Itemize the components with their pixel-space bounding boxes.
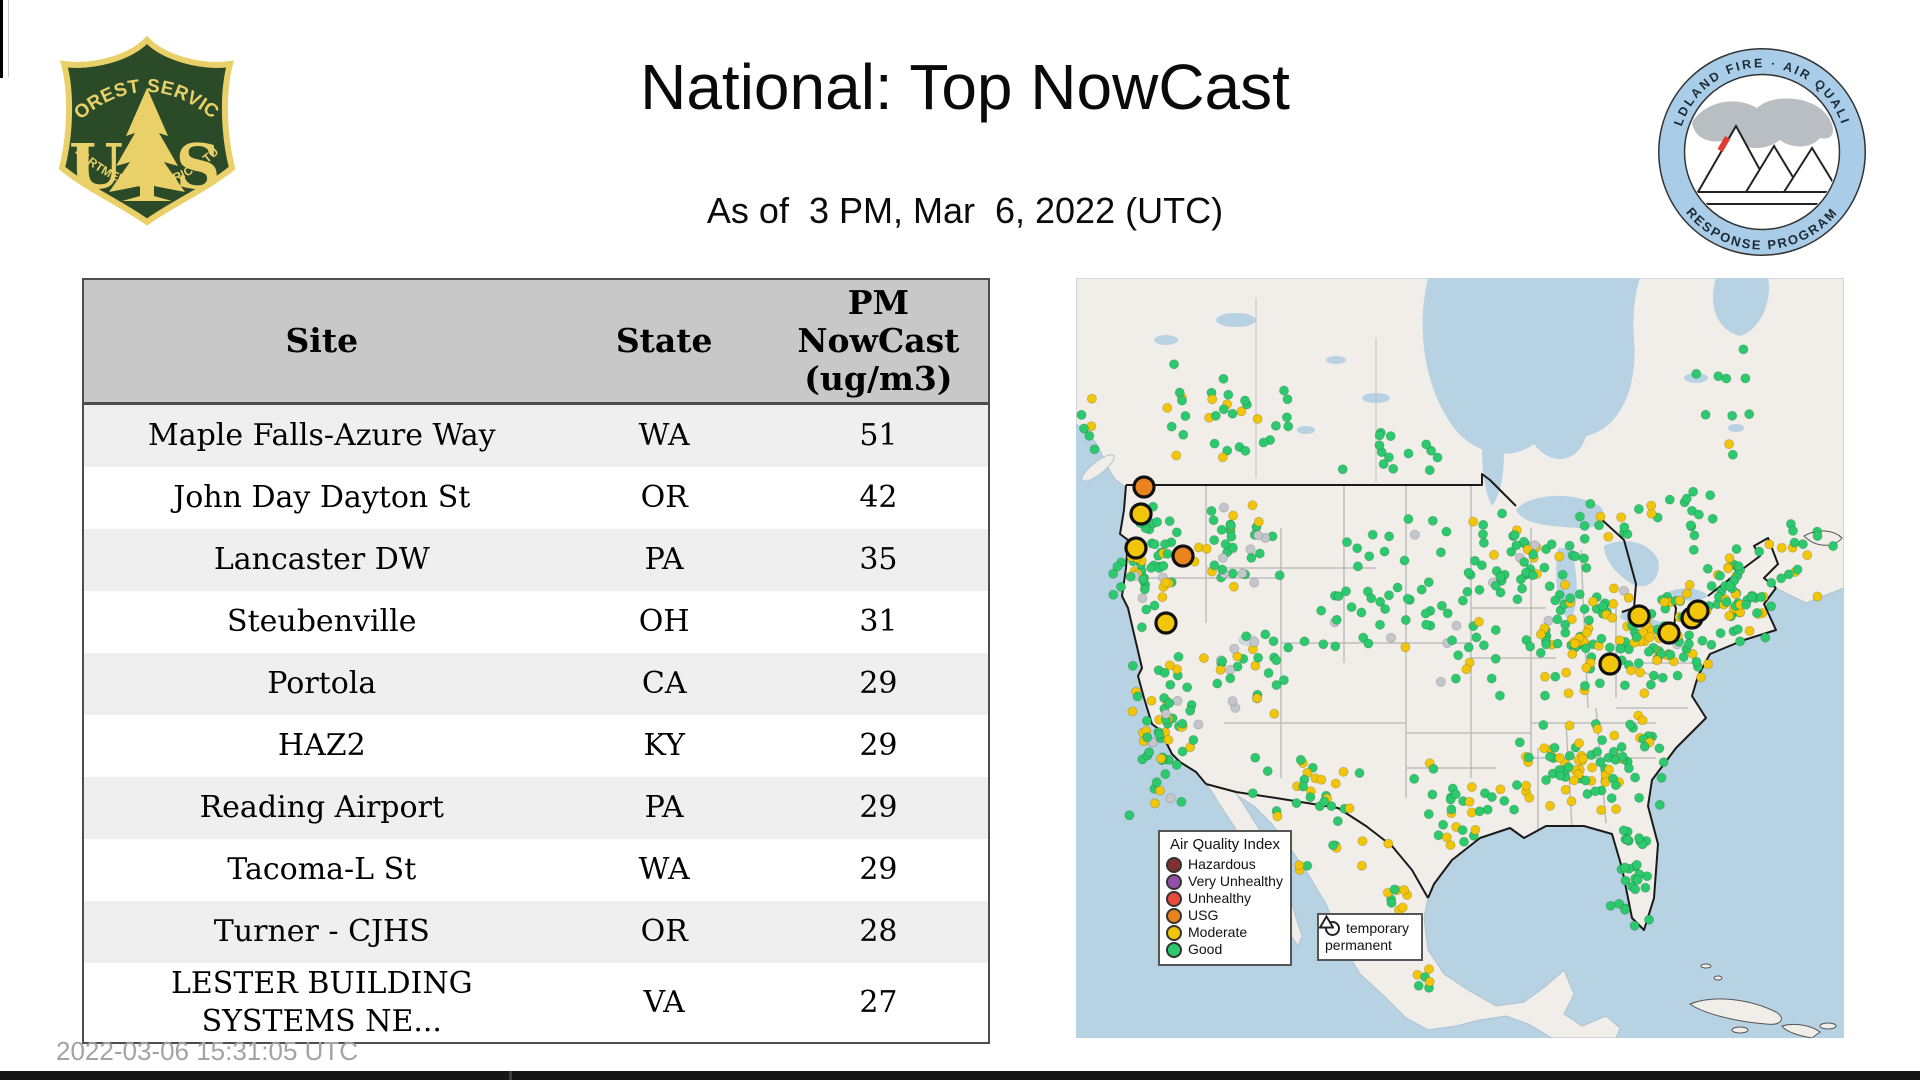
marker-legend: temporarypermanent [1317,913,1423,961]
logo-inner-circle [1685,75,1840,230]
aqi-legend-item: USG [1166,907,1284,924]
aqi-legend-item: Very Unhealthy [1166,873,1284,890]
value-cell: 28 [769,901,989,963]
left-edge-line [8,0,9,77]
value-cell: 29 [769,777,989,839]
temporary-site-marker [1134,477,1154,497]
good-swatch-icon [1166,942,1182,958]
state-cell: WA [560,839,769,901]
table-row: Reading AirportPA29 [83,777,989,839]
table-row: SteubenvilleOH31 [83,591,989,653]
state-cell: OH [560,591,769,653]
state-cell: KY [560,715,769,777]
aqi-legend-item: Good [1166,941,1284,958]
state-cell: OR [560,901,769,963]
aqi-legend-label: Very Unhealthy [1188,873,1283,890]
slide-root: { "slide": { "title": "National: Top Now… [0,0,1920,1080]
table-header-row: Site State PM NowCast (ug/m3) [83,279,989,404]
table-row: Lancaster DWPA35 [83,529,989,591]
table-body: Maple Falls-Azure WayWA51John Day Dayton… [83,404,989,1044]
aqi-legend-label: USG [1188,907,1218,924]
temporary-site-marker [1659,623,1679,643]
table-row: Maple Falls-Azure WayWA51 [83,404,989,468]
marker-legend-label: temporary [1346,920,1409,937]
state-cell: OR [560,467,769,529]
hazardous-swatch-icon [1166,857,1182,873]
value-cell: 31 [769,591,989,653]
temporary-site-marker [1173,546,1193,566]
aqi-legend-label: Hazardous [1188,856,1256,873]
aqi-legend-label: Good [1188,941,1222,958]
aqi-legend-title: Air Quality Index [1166,836,1284,853]
temporary-site-marker [1126,538,1146,558]
table-row: PortolaCA29 [83,653,989,715]
marker-legend-item: temporary [1325,920,1415,937]
col-header-site: Site [83,279,560,404]
unhealthy-swatch-icon [1166,891,1182,907]
aqi-legend-label: Unhealthy [1188,890,1251,907]
site-cell: Portola [83,653,560,715]
page-subtitle: As of 3 PM, Mar 6, 2022 (UTC) [707,190,1223,232]
site-cell: Lancaster DW [83,529,560,591]
value-cell: 27 [769,963,989,1043]
temporary-site-marker [1131,504,1151,524]
forest-service-logo: FOREST SERVICE U S DEPARTMENT OF AGRICUL… [52,36,242,228]
aqi-legend-label: Moderate [1188,924,1247,941]
site-cell: Steubenville [83,591,560,653]
table-row: HAZ2KY29 [83,715,989,777]
aqi-map: Air Quality Index HazardousVery Unhealth… [1076,278,1844,1038]
marker-legend-label: permanent [1325,937,1392,954]
aqi-legend-item: Hazardous [1166,856,1284,873]
col-header-state: State [560,279,769,404]
nowcast-table: Site State PM NowCast (ug/m3) Maple Fall… [82,278,990,1044]
value-cell: 51 [769,404,989,468]
timestamp: 2022-03-06 15:31:05 UTC [56,1036,358,1067]
site-cell: Turner - CJHS [83,901,560,963]
temporary-site-marker [1688,601,1708,621]
moderate-swatch-icon [1166,925,1182,941]
aqi-legend: Air Quality Index HazardousVery Unhealth… [1158,830,1292,966]
page-title: National: Top NowCast [640,50,1290,124]
site-cell: Maple Falls-Azure Way [83,404,560,468]
state-cell: VA [560,963,769,1043]
bottom-bar [0,1071,1920,1080]
table-row: LESTER BUILDING SYSTEMS NE...VA27 [83,963,989,1043]
marker-legend-item: permanent [1325,937,1415,954]
smoke-cloud [1692,98,1833,148]
value-cell: 29 [769,715,989,777]
site-cell: HAZ2 [83,715,560,777]
site-cell: Tacoma-L St [83,839,560,901]
value-cell: 29 [769,839,989,901]
table-row: John Day Dayton StOR42 [83,467,989,529]
temporary-site-marker [1600,654,1620,674]
site-cell: Reading Airport [83,777,560,839]
left-edge-artifact [0,0,3,78]
state-cell: PA [560,529,769,591]
state-cell: WA [560,404,769,468]
wfaqrp-logo: WILDLAND FIRE · AIR QUALITY RESPONSE PRO… [1656,46,1868,258]
aqi-legend-item: Unhealthy [1166,890,1284,907]
value-cell: 42 [769,467,989,529]
col-header-pm-nowcast: PM NowCast (ug/m3) [769,279,989,404]
value-cell: 35 [769,529,989,591]
state-cell: CA [560,653,769,715]
table-row: Tacoma-L StWA29 [83,839,989,901]
table-row: Turner - CJHSOR28 [83,901,989,963]
site-cell: LESTER BUILDING SYSTEMS NE... [83,963,560,1043]
very_unhealthy-swatch-icon [1166,874,1182,890]
temporary-site-marker [1629,606,1649,626]
temporary-site-marker [1156,613,1176,633]
state-cell: PA [560,777,769,839]
aqi-legend-item: Moderate [1166,924,1284,941]
usg-swatch-icon [1166,908,1182,924]
bottom-bar-notch [509,1071,512,1080]
value-cell: 29 [769,653,989,715]
permanent-triangle-icon [1319,915,1334,929]
site-cell: John Day Dayton St [83,467,560,529]
